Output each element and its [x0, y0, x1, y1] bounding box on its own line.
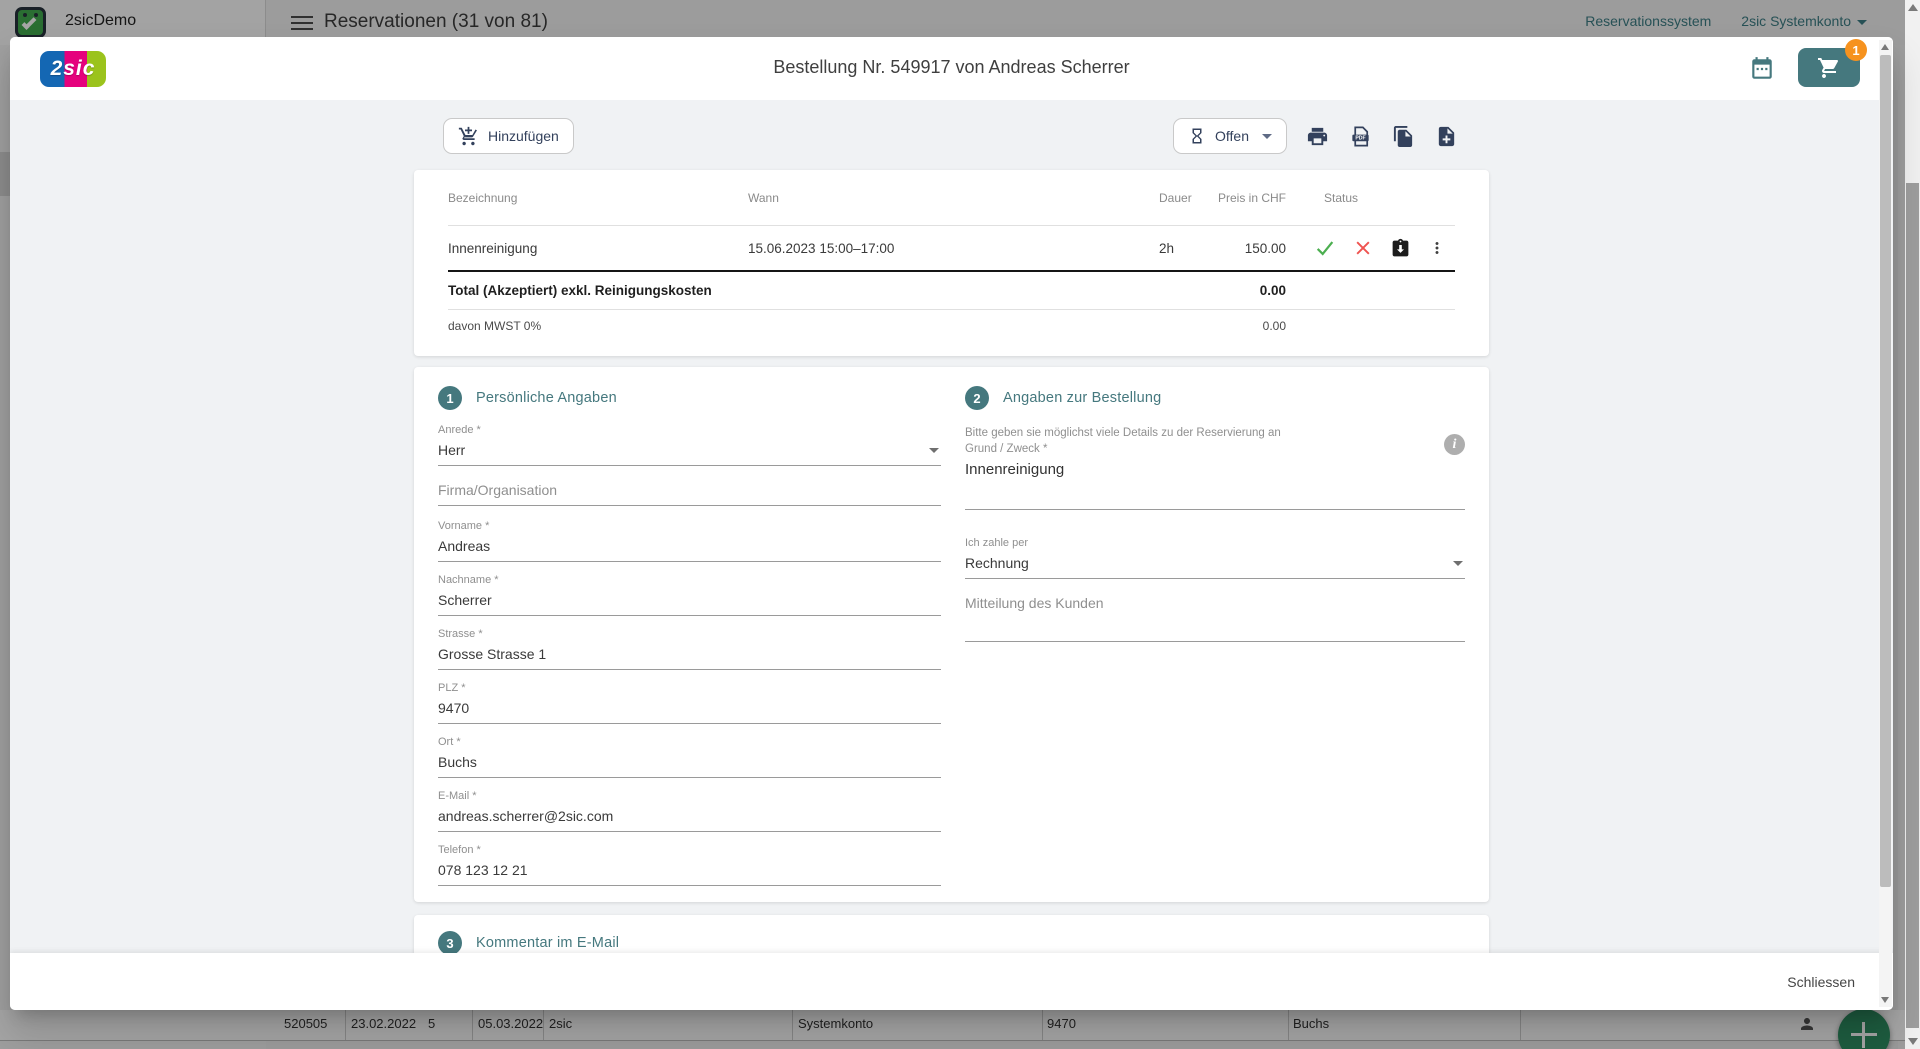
note-add-icon: [1435, 125, 1458, 148]
field-plz: PLZ *: [438, 682, 941, 724]
col-wann: Wann: [748, 191, 1159, 205]
field-mitteilung: [965, 591, 1465, 642]
info-icon[interactable]: i: [1444, 434, 1465, 455]
item-preis: 150.00: [1216, 241, 1286, 256]
item-status-actions: [1286, 237, 1455, 259]
add-shopping-cart-icon: [458, 126, 479, 147]
dialog-actions: Schliessen: [10, 953, 1893, 1010]
svg-text:PDF: PDF: [1355, 135, 1365, 141]
scroll-down-arrow-icon: [1908, 1038, 1918, 1045]
grund-hint: Bitte geben sie möglichst viele Details …: [965, 426, 1465, 457]
add-item-button[interactable]: Hinzufügen: [443, 118, 574, 154]
pdf-icon: PDF: [1349, 125, 1372, 148]
telefon-input[interactable]: [438, 858, 941, 886]
section-1-number: 1: [438, 386, 462, 410]
firma-input[interactable]: [438, 478, 941, 506]
email-comment-card: 3 Kommentar im E-Mail: [414, 915, 1489, 953]
section-3-header: 3 Kommentar im E-Mail: [438, 931, 1465, 953]
anrede-select[interactable]: Herr: [438, 438, 941, 466]
dialog-body: Hinzufügen Offen PDF: [10, 100, 1893, 953]
personal-data-column: 1 Persönliche Angaben Anrede * Herr: [438, 386, 941, 902]
zahlung-select[interactable]: Rechnung: [965, 551, 1465, 579]
chevron-down-icon: [1453, 561, 1463, 566]
total-label: Total (Akzeptiert) exkl. Reinigungskoste…: [448, 283, 1216, 298]
print-icon: [1306, 125, 1329, 148]
order-details-column: 2 Angaben zur Bestellung Bitte geben sie…: [965, 386, 1465, 902]
item-dauer: 2h: [1159, 241, 1216, 256]
vorname-input[interactable]: [438, 534, 941, 562]
col-bezeichnung: Bezeichnung: [448, 191, 748, 205]
clipboard-download-icon[interactable]: [1390, 238, 1411, 259]
scroll-down-arrow-icon: [1881, 997, 1889, 1003]
close-button[interactable]: Schliessen: [1773, 966, 1869, 998]
more-vert-icon[interactable]: [1428, 239, 1446, 257]
table-row: Innenreinigung 15.06.2023 15:00–17:00 2h…: [448, 226, 1455, 272]
email-input[interactable]: [438, 804, 941, 832]
chevron-down-icon: [1262, 134, 1272, 139]
section-1-title: Persönliche Angaben: [476, 390, 617, 406]
copy-button[interactable]: [1390, 123, 1416, 149]
dialog-title: Bestellung Nr. 549917 von Andreas Scherr…: [10, 57, 1893, 78]
new-document-button[interactable]: [1433, 123, 1459, 149]
strasse-input[interactable]: [438, 642, 941, 670]
pdf-button[interactable]: PDF: [1347, 123, 1373, 149]
col-preis: Preis in CHF: [1216, 191, 1286, 205]
scroll-up-arrow-icon: [1908, 4, 1918, 11]
vat-value: 0.00: [1216, 319, 1286, 333]
total-row: Total (Akzeptiert) exkl. Reinigungskoste…: [448, 272, 1455, 310]
order-items-table: Bezeichnung Wann Dauer Preis in CHF Stat…: [414, 170, 1489, 356]
screen: 2sicDemo Reservationen (31 von 81) Reser…: [0, 0, 1920, 1049]
order-form-card: 1 Persönliche Angaben Anrede * Herr: [414, 367, 1489, 902]
dialog-header: 2sic Bestellung Nr. 549917 von Andreas S…: [10, 37, 1893, 100]
section-2-number: 2: [965, 386, 989, 410]
section-2-title: Angaben zur Bestellung: [1003, 390, 1161, 406]
order-toolbar: Hinzufügen Offen PDF: [414, 118, 1489, 154]
cart-badge: 1: [1845, 39, 1867, 61]
cart-button[interactable]: 1: [1798, 48, 1860, 87]
page-scrollbar[interactable]: [1905, 0, 1920, 1049]
total-value: 0.00: [1216, 283, 1286, 298]
field-nachname: Nachname *: [438, 574, 941, 616]
copy-icon: [1392, 125, 1415, 148]
reject-x-icon[interactable]: [1353, 238, 1373, 258]
field-anrede: Anrede * Herr: [438, 424, 941, 466]
scrollbar-thumb[interactable]: [1880, 55, 1891, 887]
cart-icon: [1817, 56, 1841, 80]
toolbar-actions: Offen PDF: [1173, 118, 1459, 154]
col-dauer: Dauer: [1159, 191, 1216, 205]
item-bezeichnung: Innenreinigung: [448, 241, 748, 256]
field-zahlung: Ich zahle per Rechnung: [965, 537, 1465, 579]
status-select[interactable]: Offen: [1173, 118, 1287, 154]
scrollbar-thumb[interactable]: [1906, 183, 1919, 1028]
chevron-down-icon: [929, 448, 939, 453]
calendar-icon[interactable]: [1749, 56, 1775, 82]
item-wann: 15.06.2023 15:00–17:00: [748, 241, 1159, 256]
vat-label: davon MWST 0%: [448, 319, 1216, 333]
mitteilung-input[interactable]: [965, 591, 1465, 642]
ort-input[interactable]: [438, 750, 941, 778]
accept-check-icon[interactable]: [1314, 237, 1336, 259]
plz-input[interactable]: [438, 696, 941, 724]
hourglass-icon: [1188, 127, 1206, 145]
table-header-row: Bezeichnung Wann Dauer Preis in CHF Stat…: [448, 170, 1455, 226]
field-vorname: Vorname *: [438, 520, 941, 562]
section-3-title: Kommentar im E-Mail: [476, 935, 619, 951]
order-dialog: 2sic Bestellung Nr. 549917 von Andreas S…: [10, 37, 1893, 1010]
field-ort: Ort *: [438, 736, 941, 778]
field-strasse: Strasse *: [438, 628, 941, 670]
nachname-input[interactable]: [438, 588, 941, 616]
section-1-header: 1 Persönliche Angaben: [438, 386, 941, 410]
grund-zweck-textarea[interactable]: Innenreinigung: [965, 461, 1465, 510]
field-telefon: Telefon *: [438, 844, 941, 886]
scroll-up-arrow-icon: [1881, 44, 1889, 50]
section-2-header: 2 Angaben zur Bestellung: [965, 386, 1465, 410]
section-3-number: 3: [438, 931, 462, 953]
dialog-scrollbar[interactable]: [1879, 40, 1892, 1007]
print-button[interactable]: [1304, 123, 1330, 149]
vat-row: davon MWST 0% 0.00: [448, 310, 1455, 342]
field-firma: [438, 478, 941, 506]
col-status: Status: [1286, 191, 1455, 205]
field-email: E-Mail *: [438, 790, 941, 832]
